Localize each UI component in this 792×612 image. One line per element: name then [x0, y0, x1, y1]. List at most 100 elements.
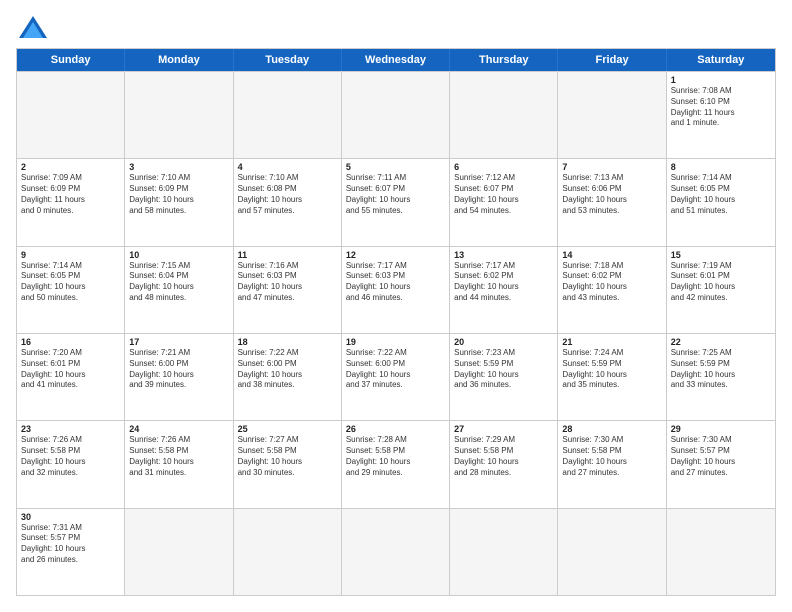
- day-number: 22: [671, 337, 771, 347]
- day-number: 30: [21, 512, 120, 522]
- day-number: 23: [21, 424, 120, 434]
- logo-icon: [19, 16, 47, 38]
- cal-cell-day-22: 22Sunrise: 7:25 AM Sunset: 5:59 PM Dayli…: [667, 334, 775, 420]
- day-number: 27: [454, 424, 553, 434]
- cell-info: Sunrise: 7:12 AM Sunset: 6:07 PM Dayligh…: [454, 173, 553, 216]
- cal-cell-day-25: 25Sunrise: 7:27 AM Sunset: 5:58 PM Dayli…: [234, 421, 342, 507]
- day-number: 11: [238, 250, 337, 260]
- cell-info: Sunrise: 7:26 AM Sunset: 5:58 PM Dayligh…: [21, 435, 120, 478]
- cell-info: Sunrise: 7:26 AM Sunset: 5:58 PM Dayligh…: [129, 435, 228, 478]
- day-number: 3: [129, 162, 228, 172]
- day-number: 17: [129, 337, 228, 347]
- cell-info: Sunrise: 7:20 AM Sunset: 6:01 PM Dayligh…: [21, 348, 120, 391]
- day-number: 8: [671, 162, 771, 172]
- day-number: 14: [562, 250, 661, 260]
- day-number: 21: [562, 337, 661, 347]
- cal-cell-day-20: 20Sunrise: 7:23 AM Sunset: 5:59 PM Dayli…: [450, 334, 558, 420]
- calendar-header-row: SundayMondayTuesdayWednesdayThursdayFrid…: [17, 49, 775, 71]
- cal-cell-day-5: 5Sunrise: 7:11 AM Sunset: 6:07 PM Daylig…: [342, 159, 450, 245]
- cal-cell-empty: [450, 72, 558, 158]
- cell-info: Sunrise: 7:31 AM Sunset: 5:57 PM Dayligh…: [21, 523, 120, 566]
- day-number: 15: [671, 250, 771, 260]
- day-number: 26: [346, 424, 445, 434]
- cell-info: Sunrise: 7:27 AM Sunset: 5:58 PM Dayligh…: [238, 435, 337, 478]
- cal-header-saturday: Saturday: [667, 49, 775, 71]
- day-number: 13: [454, 250, 553, 260]
- cell-info: Sunrise: 7:25 AM Sunset: 5:59 PM Dayligh…: [671, 348, 771, 391]
- day-number: 12: [346, 250, 445, 260]
- cal-cell-day-26: 26Sunrise: 7:28 AM Sunset: 5:58 PM Dayli…: [342, 421, 450, 507]
- cal-cell-empty: [667, 509, 775, 595]
- cell-info: Sunrise: 7:19 AM Sunset: 6:01 PM Dayligh…: [671, 261, 771, 304]
- cal-cell-day-13: 13Sunrise: 7:17 AM Sunset: 6:02 PM Dayli…: [450, 247, 558, 333]
- cal-cell-day-18: 18Sunrise: 7:22 AM Sunset: 6:00 PM Dayli…: [234, 334, 342, 420]
- cell-info: Sunrise: 7:11 AM Sunset: 6:07 PM Dayligh…: [346, 173, 445, 216]
- cal-week-row-5: 30Sunrise: 7:31 AM Sunset: 5:57 PM Dayli…: [17, 508, 775, 595]
- cell-info: Sunrise: 7:29 AM Sunset: 5:58 PM Dayligh…: [454, 435, 553, 478]
- cal-header-friday: Friday: [558, 49, 666, 71]
- cal-header-sunday: Sunday: [17, 49, 125, 71]
- cal-cell-day-14: 14Sunrise: 7:18 AM Sunset: 6:02 PM Dayli…: [558, 247, 666, 333]
- day-number: 20: [454, 337, 553, 347]
- cell-info: Sunrise: 7:16 AM Sunset: 6:03 PM Dayligh…: [238, 261, 337, 304]
- cal-cell-day-29: 29Sunrise: 7:30 AM Sunset: 5:57 PM Dayli…: [667, 421, 775, 507]
- day-number: 19: [346, 337, 445, 347]
- cell-info: Sunrise: 7:09 AM Sunset: 6:09 PM Dayligh…: [21, 173, 120, 216]
- day-number: 6: [454, 162, 553, 172]
- cell-info: Sunrise: 7:10 AM Sunset: 6:08 PM Dayligh…: [238, 173, 337, 216]
- cal-cell-day-30: 30Sunrise: 7:31 AM Sunset: 5:57 PM Dayli…: [17, 509, 125, 595]
- cal-cell-empty: [342, 509, 450, 595]
- cal-cell-day-17: 17Sunrise: 7:21 AM Sunset: 6:00 PM Dayli…: [125, 334, 233, 420]
- cal-cell-day-23: 23Sunrise: 7:26 AM Sunset: 5:58 PM Dayli…: [17, 421, 125, 507]
- cal-cell-day-9: 9Sunrise: 7:14 AM Sunset: 6:05 PM Daylig…: [17, 247, 125, 333]
- cal-cell-day-6: 6Sunrise: 7:12 AM Sunset: 6:07 PM Daylig…: [450, 159, 558, 245]
- cal-cell-empty: [125, 72, 233, 158]
- cal-week-row-4: 23Sunrise: 7:26 AM Sunset: 5:58 PM Dayli…: [17, 420, 775, 507]
- page-header: [16, 16, 776, 38]
- cell-info: Sunrise: 7:30 AM Sunset: 5:57 PM Dayligh…: [671, 435, 771, 478]
- cal-cell-day-16: 16Sunrise: 7:20 AM Sunset: 6:01 PM Dayli…: [17, 334, 125, 420]
- cal-cell-day-15: 15Sunrise: 7:19 AM Sunset: 6:01 PM Dayli…: [667, 247, 775, 333]
- cal-header-tuesday: Tuesday: [234, 49, 342, 71]
- cal-header-wednesday: Wednesday: [342, 49, 450, 71]
- cal-cell-day-4: 4Sunrise: 7:10 AM Sunset: 6:08 PM Daylig…: [234, 159, 342, 245]
- cal-week-row-0: 1Sunrise: 7:08 AM Sunset: 6:10 PM Daylig…: [17, 71, 775, 158]
- day-number: 9: [21, 250, 120, 260]
- day-number: 1: [671, 75, 771, 85]
- cal-cell-day-21: 21Sunrise: 7:24 AM Sunset: 5:59 PM Dayli…: [558, 334, 666, 420]
- cal-cell-day-12: 12Sunrise: 7:17 AM Sunset: 6:03 PM Dayli…: [342, 247, 450, 333]
- day-number: 4: [238, 162, 337, 172]
- cell-info: Sunrise: 7:17 AM Sunset: 6:02 PM Dayligh…: [454, 261, 553, 304]
- cell-info: Sunrise: 7:15 AM Sunset: 6:04 PM Dayligh…: [129, 261, 228, 304]
- cal-cell-day-1: 1Sunrise: 7:08 AM Sunset: 6:10 PM Daylig…: [667, 72, 775, 158]
- cal-cell-empty: [558, 509, 666, 595]
- cal-header-monday: Monday: [125, 49, 233, 71]
- cal-cell-empty: [450, 509, 558, 595]
- cal-cell-empty: [234, 509, 342, 595]
- cell-info: Sunrise: 7:22 AM Sunset: 6:00 PM Dayligh…: [346, 348, 445, 391]
- day-number: 24: [129, 424, 228, 434]
- cal-cell-empty: [125, 509, 233, 595]
- cal-cell-day-24: 24Sunrise: 7:26 AM Sunset: 5:58 PM Dayli…: [125, 421, 233, 507]
- cal-week-row-3: 16Sunrise: 7:20 AM Sunset: 6:01 PM Dayli…: [17, 333, 775, 420]
- cal-cell-day-8: 8Sunrise: 7:14 AM Sunset: 6:05 PM Daylig…: [667, 159, 775, 245]
- day-number: 2: [21, 162, 120, 172]
- cell-info: Sunrise: 7:28 AM Sunset: 5:58 PM Dayligh…: [346, 435, 445, 478]
- cal-cell-day-28: 28Sunrise: 7:30 AM Sunset: 5:58 PM Dayli…: [558, 421, 666, 507]
- cal-header-thursday: Thursday: [450, 49, 558, 71]
- cell-info: Sunrise: 7:24 AM Sunset: 5:59 PM Dayligh…: [562, 348, 661, 391]
- cell-info: Sunrise: 7:17 AM Sunset: 6:03 PM Dayligh…: [346, 261, 445, 304]
- cal-week-row-2: 9Sunrise: 7:14 AM Sunset: 6:05 PM Daylig…: [17, 246, 775, 333]
- calendar-body: 1Sunrise: 7:08 AM Sunset: 6:10 PM Daylig…: [17, 71, 775, 595]
- logo: [16, 16, 47, 38]
- day-number: 7: [562, 162, 661, 172]
- cell-info: Sunrise: 7:14 AM Sunset: 6:05 PM Dayligh…: [671, 173, 771, 216]
- cal-week-row-1: 2Sunrise: 7:09 AM Sunset: 6:09 PM Daylig…: [17, 158, 775, 245]
- cell-info: Sunrise: 7:18 AM Sunset: 6:02 PM Dayligh…: [562, 261, 661, 304]
- day-number: 25: [238, 424, 337, 434]
- day-number: 16: [21, 337, 120, 347]
- cell-info: Sunrise: 7:23 AM Sunset: 5:59 PM Dayligh…: [454, 348, 553, 391]
- calendar: SundayMondayTuesdayWednesdayThursdayFrid…: [16, 48, 776, 596]
- cal-cell-day-3: 3Sunrise: 7:10 AM Sunset: 6:09 PM Daylig…: [125, 159, 233, 245]
- cell-info: Sunrise: 7:21 AM Sunset: 6:00 PM Dayligh…: [129, 348, 228, 391]
